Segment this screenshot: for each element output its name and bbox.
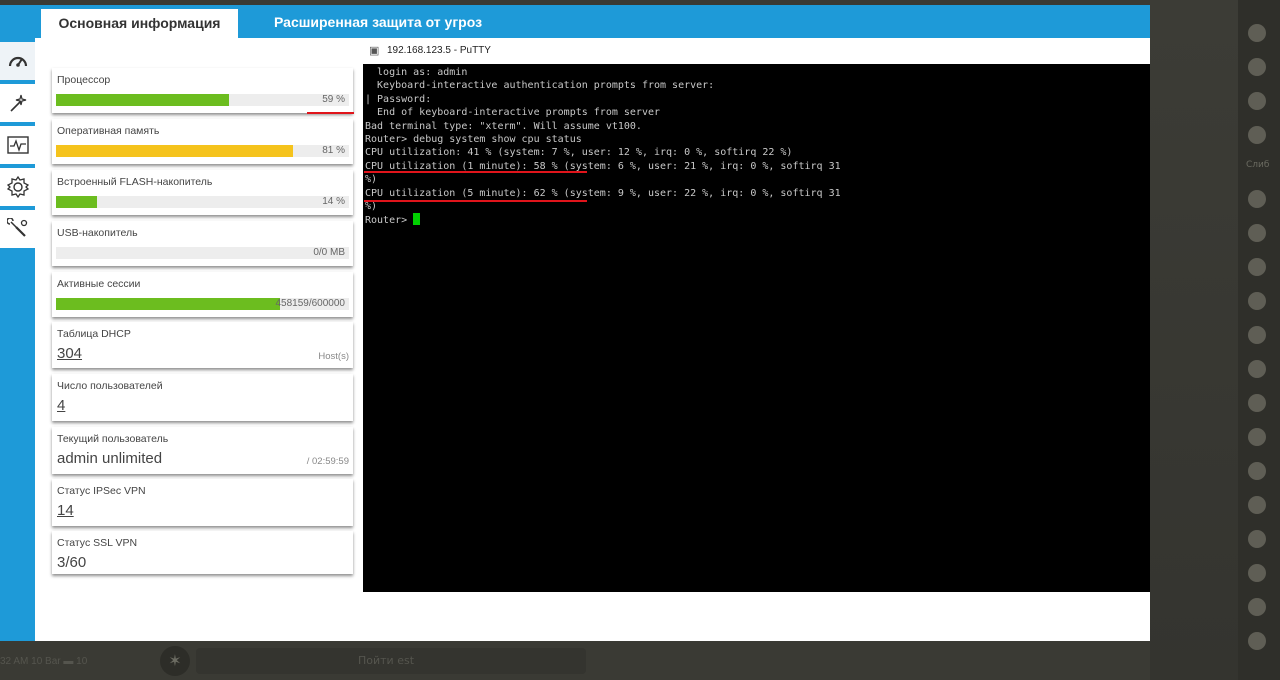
cpu-progress-fill [56, 94, 229, 106]
emoji-icon[interactable] [1248, 24, 1266, 42]
magic-wand-icon[interactable] [0, 84, 35, 122]
widget-usb-label: USB-накопитель [57, 227, 138, 239]
widget-usb[interactable]: USB-накопитель 0/0 MB [52, 221, 353, 266]
emoji-icon[interactable] [1248, 632, 1266, 650]
terminal-line: Bad terminal type: "xterm". Will assume … [365, 120, 642, 132]
sessions-progress-bar: 458159/600000 [56, 298, 349, 310]
widget-sessions[interactable]: Активные сессии 458159/600000 [52, 272, 353, 317]
widget-dhcp-label: Таблица DHCP [57, 328, 131, 340]
putty-window[interactable]: ▣ 192.168.123.5 - PuTTY login as: admin … [363, 38, 1150, 641]
terminal-line: %) [365, 174, 378, 186]
sessions-progress-value: 458159/600000 [275, 298, 345, 309]
ram-progress-bar: 81 % [56, 145, 349, 157]
cpu-progress-value: 59 % [322, 94, 345, 105]
widget-ssl[interactable]: Статус SSL VPN 3/60 [52, 531, 353, 574]
widget-flash[interactable]: Встроенный FLASH-накопитель 14 % [52, 170, 353, 215]
widget-ram-label: Оперативная память [57, 125, 160, 137]
widget-current-user-label: Текущий пользователь [57, 433, 169, 445]
tab-threat-protection[interactable]: Расширенная защита от угроз [274, 14, 482, 30]
current-user-name: admin unlimited [57, 450, 163, 467]
usb-progress-bar: 0/0 MB [56, 247, 349, 259]
terminal-cursor [413, 213, 421, 226]
dhcp-count-link[interactable]: 304 [57, 345, 82, 362]
emoji-icon[interactable] [1248, 326, 1266, 344]
ram-progress-value: 81 % [322, 145, 345, 156]
users-count-link[interactable]: 4 [57, 397, 65, 414]
putty-terminal-icon: ▣ [369, 45, 380, 57]
emoji-icon[interactable] [1248, 496, 1266, 514]
flash-progress-bar: 14 % [56, 196, 349, 208]
tools-icon[interactable] [0, 210, 35, 248]
dhcp-unit: Host(s) [318, 351, 349, 362]
putty-titlebar[interactable]: ▣ 192.168.123.5 - PuTTY [363, 38, 1150, 64]
emoji-icon[interactable] [1248, 190, 1266, 208]
speedometer-icon[interactable] [0, 42, 35, 80]
emoji-icon[interactable] [1248, 530, 1266, 548]
emoji-icon[interactable] [1248, 598, 1266, 616]
ram-progress-fill [56, 145, 294, 157]
putty-title: 192.168.123.5 - PuTTY [387, 45, 491, 56]
sessions-progress-fill [56, 298, 280, 310]
ant-avatar-icon[interactable]: ✶ [160, 646, 190, 676]
emoji-icon[interactable] [1248, 564, 1266, 582]
router-admin-window: Основная информация Расширенная защита о… [0, 5, 1150, 641]
red-underline-annotation [307, 112, 354, 114]
current-user-timeout: / 02:59:59 [306, 456, 349, 467]
widget-flash-label: Встроенный FLASH-накопитель [57, 176, 213, 188]
tab-main-info[interactable]: Основная информация [41, 9, 238, 38]
flash-progress-value: 14 % [322, 196, 345, 207]
chat-background-right: Слиб [1150, 0, 1280, 680]
widget-sessions-label: Активные сессии [57, 278, 141, 290]
red-underline-annotation [364, 171, 587, 173]
chat-side-label: Слиб [1246, 160, 1270, 170]
pulse-monitor-icon[interactable] [0, 126, 35, 164]
widget-ipsec-label: Статус IPSec VPN [57, 485, 146, 497]
terminal-line: End of keyboard-interactive prompts from… [365, 107, 661, 119]
emoji-icon[interactable] [1248, 428, 1266, 446]
widget-current-user[interactable]: Текущий пользователь admin unlimited / 0… [52, 427, 353, 474]
emoji-icon[interactable] [1248, 58, 1266, 76]
ssl-count: 3/60 [57, 554, 87, 571]
emoji-icon[interactable] [1248, 360, 1266, 378]
emoji-icon[interactable] [1248, 258, 1266, 276]
emoji-icon[interactable] [1248, 394, 1266, 412]
terminal-line: CPU utilization: 41 % (system: 7 %, user… [365, 147, 793, 159]
cpu-progress-bar: 59 % [56, 94, 349, 106]
chat-timestamp: 32 AM 10 Bar ▬ 10 [0, 656, 88, 667]
widget-cpu-label: Процессор [57, 74, 111, 86]
terminal-line: Router> [363, 213, 1150, 226]
ipsec-count-link[interactable]: 14 [57, 502, 74, 519]
usb-progress-value: 0/0 MB [313, 247, 345, 258]
widget-ssl-label: Статус SSL VPN [57, 537, 138, 549]
widget-cpu[interactable]: Процессор 59 % [52, 68, 353, 113]
widget-ipsec[interactable]: Статус IPSec VPN 14 [52, 479, 353, 526]
emoji-icon[interactable] [1248, 462, 1266, 480]
gear-icon[interactable] [0, 168, 35, 206]
widget-ram[interactable]: Оперативная память 81 % [52, 119, 353, 164]
emoji-icon[interactable] [1248, 126, 1266, 144]
sidebar-nav [0, 38, 35, 641]
widget-dhcp[interactable]: Таблица DHCP 304 Host(s) [52, 322, 353, 368]
red-underline-annotation [364, 200, 587, 202]
terminal-line: Keyboard-interactive authentication prom… [365, 80, 715, 92]
terminal-output[interactable]: login as: admin Keyboard-interactive aut… [363, 64, 1150, 592]
putty-bottom-area [363, 592, 1150, 641]
widget-users[interactable]: Число пользователей 4 [52, 374, 353, 421]
terminal-line: login as: admin [365, 67, 468, 78]
terminal-line: CPU utilization (5 minute): 62 % (system… [365, 187, 841, 199]
terminal-line: Router> debug system show cpu status [365, 133, 582, 145]
terminal-line: | Password: [365, 93, 432, 105]
widget-users-label: Число пользователей [57, 380, 163, 392]
flash-progress-fill [56, 196, 98, 208]
chat-message-text: Пойти est [358, 654, 415, 667]
emoji-icon[interactable] [1248, 224, 1266, 242]
emoji-icon[interactable] [1248, 292, 1266, 310]
emoji-icon[interactable] [1248, 92, 1266, 110]
